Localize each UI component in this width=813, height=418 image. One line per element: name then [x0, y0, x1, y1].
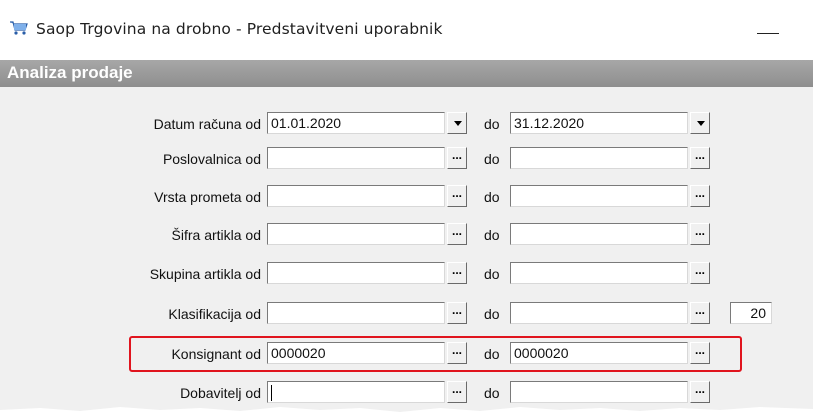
sifra-artikla-from-input[interactable]: [267, 223, 445, 245]
section-header: Analiza prodaje: [0, 60, 813, 87]
range-separator: do: [484, 306, 500, 322]
filter-row-skupina-artikla: Skupina artikla od ... do ...: [0, 262, 813, 286]
chevron-down-icon[interactable]: [690, 112, 710, 134]
lookup-button[interactable]: ...: [447, 302, 467, 324]
vrsta-prometa-to-input[interactable]: [510, 185, 688, 207]
datum-to-select[interactable]: 31.12.2020: [510, 112, 688, 134]
row-label: Skupina artikla od: [149, 266, 261, 282]
klasifikacija-level-input[interactable]: 20: [730, 302, 772, 324]
range-separator: do: [484, 227, 500, 243]
skupina-artikla-from-input[interactable]: [267, 262, 445, 284]
lookup-button[interactable]: ...: [447, 185, 467, 207]
row-label: Vrsta prometa od: [154, 189, 261, 205]
range-separator: do: [484, 151, 500, 167]
torn-edge: [0, 407, 813, 418]
row-label: Poslovalnica od: [162, 151, 261, 167]
klasifikacija-from-input[interactable]: [267, 302, 445, 324]
highlight-annotation: [129, 336, 742, 372]
lookup-button[interactable]: ...: [447, 223, 467, 245]
lookup-button[interactable]: ...: [690, 262, 710, 284]
shopping-cart-icon: [10, 21, 28, 35]
lookup-button[interactable]: ...: [690, 302, 710, 324]
klasifikacija-to-input[interactable]: [510, 302, 688, 324]
poslovalnica-to-input[interactable]: [510, 147, 688, 169]
range-separator: do: [484, 116, 500, 132]
filter-row-poslovalnica: Poslovalnica od ... do ...: [0, 147, 813, 171]
lookup-button[interactable]: ...: [690, 185, 710, 207]
filter-row-klasifikacija: Klasifikacija od ... do ... 20: [0, 302, 813, 326]
row-label: Klasifikacija od: [168, 306, 261, 322]
range-separator: do: [484, 266, 500, 282]
filter-row-sifra-artikla: Šifra artikla od ... do ...: [0, 223, 813, 247]
filter-row-vrsta-prometa: Vrsta prometa od ... do ...: [0, 185, 813, 209]
skupina-artikla-to-input[interactable]: [510, 262, 688, 284]
lookup-button[interactable]: ...: [447, 147, 467, 169]
window-title: Saop Trgovina na drobno - Predstavitveni…: [36, 20, 443, 38]
lookup-button[interactable]: ...: [690, 147, 710, 169]
row-label: Datum računa od: [153, 116, 261, 132]
range-separator: do: [484, 189, 500, 205]
row-label: Šifra artikla od: [171, 227, 261, 243]
app-window: Saop Trgovina na drobno - Predstavitveni…: [0, 0, 813, 418]
minimize-button[interactable]: [757, 20, 779, 42]
filter-row-datum-racuna: Datum računa od 01.01.2020 do 31.12.2020: [0, 112, 813, 136]
section-title: Analiza prodaje: [7, 63, 133, 82]
poslovalnica-from-input[interactable]: [267, 147, 445, 169]
title-bar: Saop Trgovina na drobno - Predstavitveni…: [0, 0, 813, 60]
chevron-down-icon[interactable]: [447, 112, 467, 134]
lookup-button[interactable]: ...: [447, 262, 467, 284]
lookup-button[interactable]: ...: [690, 223, 710, 245]
sifra-artikla-to-input[interactable]: [510, 223, 688, 245]
vrsta-prometa-from-input[interactable]: [267, 185, 445, 207]
datum-from-select[interactable]: 01.01.2020: [267, 112, 445, 134]
